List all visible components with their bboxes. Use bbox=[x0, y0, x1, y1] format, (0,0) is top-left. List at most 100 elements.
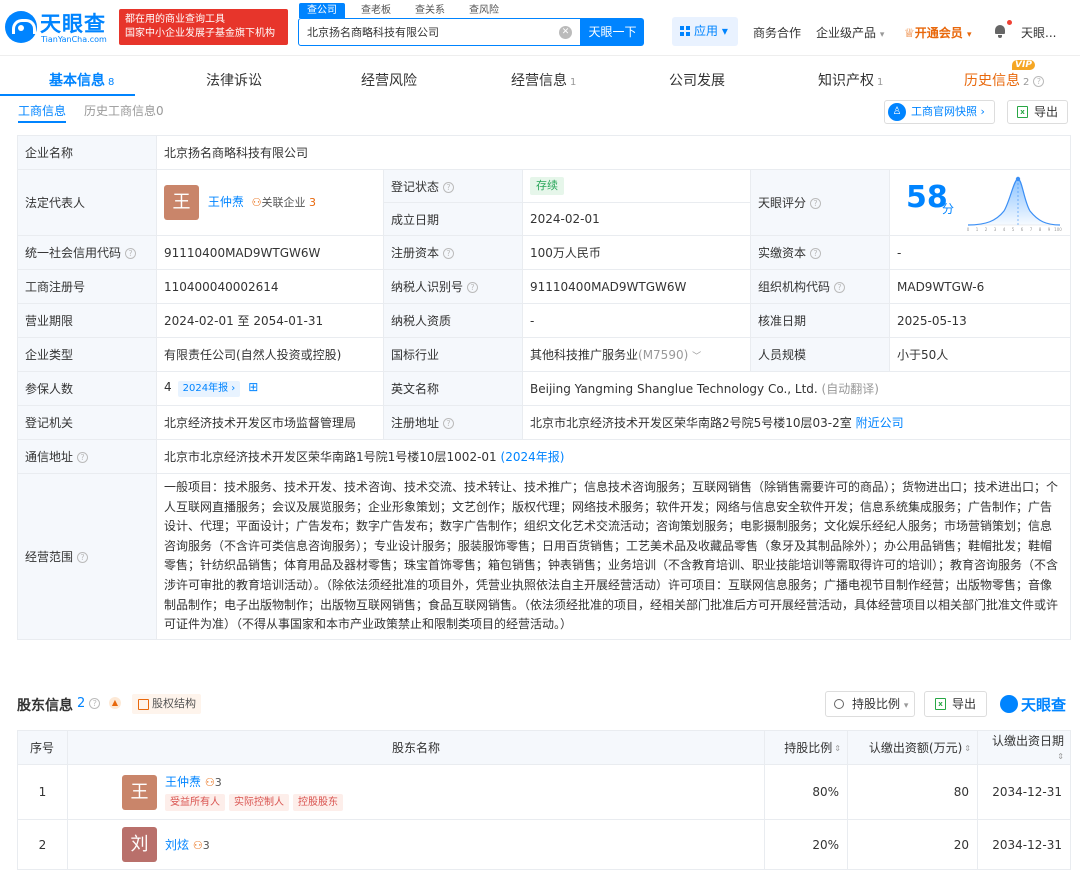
staff-value: 小于50人 bbox=[888, 337, 1072, 372]
tab-development[interactable]: 公司发展 bbox=[669, 70, 725, 90]
help-icon[interactable]: ? bbox=[89, 698, 101, 709]
links-icon[interactable]: ⚇3 bbox=[205, 776, 222, 789]
term-label: 营业期限 bbox=[17, 303, 157, 338]
clear-icon[interactable]: ✕ bbox=[559, 26, 572, 39]
reg-no-value: 110400040002614 bbox=[156, 269, 384, 304]
help-icon[interactable]: ? bbox=[77, 551, 89, 563]
en-name-value: Beijing Yangming Shanglue Technology Co.… bbox=[530, 382, 818, 396]
help-icon[interactable]: ? bbox=[125, 248, 137, 259]
official-snapshot-button[interactable]: ♙ 工商官网快照 › bbox=[884, 100, 995, 124]
search-box: ✕ bbox=[298, 18, 581, 46]
legal-rep-name[interactable]: 王仲焘 bbox=[208, 195, 244, 209]
tab-risk[interactable]: 经营风险 bbox=[361, 70, 417, 90]
help-icon[interactable]: ? bbox=[443, 248, 455, 259]
col-date-label: 认缴出资日期 bbox=[991, 734, 1064, 748]
subtab-history-business-info[interactable]: 历史工商信息0 bbox=[84, 102, 164, 119]
help-icon[interactable]: ? bbox=[467, 282, 479, 293]
industry-value[interactable]: 其他科技推广服务业(M7590) ﹀ bbox=[522, 337, 751, 372]
apps-button[interactable]: 应用 ▾ bbox=[672, 17, 738, 46]
search-tab-boss[interactable]: 查老板 bbox=[353, 3, 399, 18]
nav-open-vip[interactable]: ♕开通会员 ▾ bbox=[904, 24, 972, 41]
ratio-dropdown[interactable]: 持股比例 ▾ bbox=[825, 691, 915, 717]
ratio-label: 持股比例 bbox=[852, 697, 901, 711]
tab-legal[interactable]: 法律诉讼 bbox=[206, 70, 262, 90]
chart-tick-label: 5 bbox=[1012, 227, 1015, 232]
taxpayer-id-value: 91110400MAD9WTGW6W bbox=[522, 269, 751, 304]
taxpayer-id-label: 纳税人识别号? bbox=[383, 269, 523, 304]
user-menu[interactable]: 天眼... bbox=[1021, 24, 1056, 41]
sort-icon: ⇕ bbox=[964, 744, 971, 753]
related-companies-link[interactable]: ⚇关联企业 3 bbox=[252, 196, 316, 209]
shareholder-cell: 刘 刘炫 ⚇3 bbox=[67, 819, 765, 870]
type-label: 企业类型 bbox=[17, 337, 157, 372]
nav-enterprise-label: 企业级产品 bbox=[816, 26, 877, 40]
subtab-underline bbox=[18, 121, 66, 123]
col-date[interactable]: 认缴出资日期 ⇕ bbox=[977, 730, 1071, 765]
reg-status-cell: 存续 bbox=[522, 169, 751, 203]
logo-text[interactable]: 天眼查 bbox=[40, 8, 106, 38]
avatar[interactable]: 王 bbox=[164, 185, 199, 220]
search-tab-company[interactable]: 查公司 bbox=[299, 3, 345, 18]
subtab-business-info[interactable]: 工商信息 bbox=[18, 102, 66, 119]
help-icon[interactable]: ? bbox=[443, 181, 455, 193]
help-icon[interactable]: ? bbox=[834, 282, 846, 293]
legal-rep-cell: 王 王仲焘 ⚇关联企业 3 bbox=[156, 169, 384, 236]
mail-addr-report-link[interactable]: (2024年报) bbox=[501, 450, 565, 464]
help-icon: ? bbox=[1033, 76, 1045, 87]
chart-tick-label: 6 bbox=[1021, 227, 1024, 232]
date-value: 2034-12-31 bbox=[977, 764, 1071, 820]
monitor-bell-icon[interactable]: ▲ bbox=[109, 697, 121, 709]
scope-label: 经营范围? bbox=[17, 473, 157, 640]
shareholders-table: 序号 股东名称 持股比例 ⇕ 认缴出资额(万元) ⇕ 认缴出资日期⇕ 1 王 王仲焘… bbox=[17, 730, 1071, 870]
shareholder-name[interactable]: 刘炫 bbox=[165, 838, 189, 852]
search-input[interactable] bbox=[299, 19, 549, 45]
search-type-tabs: 查公司 查老板 查关系 查风险 bbox=[299, 3, 515, 18]
apps-label: 应用 bbox=[694, 24, 719, 38]
avatar[interactable]: 刘 bbox=[122, 827, 157, 862]
search-tab-relation[interactable]: 查关系 bbox=[407, 3, 453, 18]
tab-basic-info[interactable]: 基本信息 8 bbox=[49, 70, 114, 90]
bell-icon[interactable] bbox=[994, 24, 1006, 38]
nearby-companies-link[interactable]: 附近公司 bbox=[856, 416, 904, 430]
shareholder-name[interactable]: 王仲焘 bbox=[165, 775, 201, 789]
tianyancha-logo-icon[interactable] bbox=[5, 11, 37, 43]
equity-structure-button[interactable]: 股权结构 bbox=[132, 694, 201, 714]
help-icon[interactable]: ? bbox=[810, 198, 822, 209]
col-amount[interactable]: 认缴出资额(万元) ⇕ bbox=[847, 730, 978, 765]
tab-label: 经营风险 bbox=[361, 73, 417, 89]
search-button[interactable]: 天眼一下 bbox=[581, 18, 644, 46]
tab-history[interactable]: 历史信息 2? bbox=[964, 70, 1045, 90]
help-icon[interactable]: ? bbox=[443, 418, 455, 429]
logo-icon bbox=[1000, 695, 1018, 713]
credit-code-label: 统一社会信用代码? bbox=[17, 235, 157, 270]
tab-operation[interactable]: 经营信息 1 bbox=[511, 70, 576, 90]
links-count: 3 bbox=[214, 776, 222, 789]
org-code-label: 组织机构代码? bbox=[750, 269, 890, 304]
reg-no-label: 工商注册号 bbox=[17, 269, 157, 304]
industry-code: (M7590) bbox=[638, 348, 689, 362]
links-icon[interactable]: ⚇3 bbox=[193, 839, 210, 852]
tianyancha-watermark-logo: 天眼查 bbox=[1000, 694, 1066, 715]
avatar[interactable]: 王 bbox=[122, 774, 157, 810]
chart-icon[interactable]: ⊞ bbox=[248, 380, 258, 394]
mail-addr-label: 通信地址? bbox=[17, 439, 157, 474]
watermark-text: 天眼查 bbox=[1021, 696, 1067, 714]
search-tab-risk[interactable]: 查风险 bbox=[461, 3, 507, 18]
taxpayer-qual-value: - bbox=[522, 303, 751, 338]
help-icon[interactable]: ? bbox=[77, 452, 89, 463]
nav-business-cooperation[interactable]: 商务合作 bbox=[753, 24, 801, 41]
tab-ip[interactable]: 知识产权 1 bbox=[818, 70, 883, 90]
org-code-text: 组织机构代码 bbox=[758, 280, 831, 294]
annual-report-pill[interactable]: 2024年报 › bbox=[177, 381, 241, 397]
shareholders-export-button[interactable]: x 导出 bbox=[924, 691, 987, 717]
date-value: 2034-12-31 bbox=[977, 819, 1071, 870]
tab-label: 法律诉讼 bbox=[206, 73, 262, 89]
notification-dot bbox=[1007, 20, 1012, 25]
help-icon[interactable]: ? bbox=[810, 248, 822, 259]
mail-addr-cell: 北京市北京经济技术开发区荣华南路1号院1号楼10层1002-01 (2024年报… bbox=[155, 439, 1072, 474]
col-ratio[interactable]: 持股比例 ⇕ bbox=[764, 730, 848, 765]
export-button[interactable]: x 导出 bbox=[1007, 100, 1068, 124]
staff-label: 人员规模 bbox=[750, 337, 890, 372]
nav-enterprise-products[interactable]: 企业级产品 ▾ bbox=[816, 24, 884, 41]
company-name-value: 北京扬名商略科技有限公司 bbox=[155, 135, 1072, 170]
